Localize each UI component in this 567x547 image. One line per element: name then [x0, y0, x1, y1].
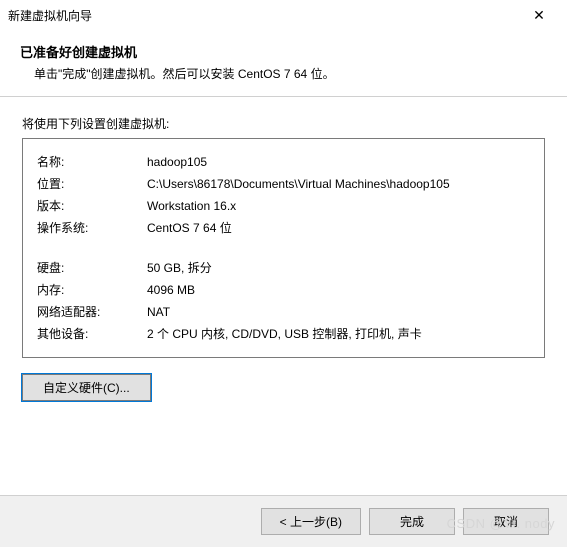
row-version: 版本: Workstation 16.x [37, 195, 530, 217]
row-disk: 硬盘: 50 GB, 拆分 [37, 257, 530, 279]
settings-summary: 名称: hadoop105 位置: C:\Users\86178\Documen… [22, 138, 545, 358]
value-disk: 50 GB, 拆分 [147, 257, 530, 279]
label-version: 版本: [37, 195, 147, 217]
customize-hardware-button[interactable]: 自定义硬件(C)... [22, 374, 151, 401]
label-disk: 硬盘: [37, 257, 147, 279]
label-os: 操作系统: [37, 217, 147, 239]
label-network: 网络适配器: [37, 301, 147, 323]
intro-text: 将使用下列设置创建虚拟机: [22, 115, 545, 132]
value-version: Workstation 16.x [147, 195, 530, 217]
titlebar: 新建虚拟机向导 ✕ [0, 0, 567, 30]
label-other: 其他设备: [37, 323, 147, 345]
wizard-header: 已准备好创建虚拟机 单击"完成"创建虚拟机。然后可以安装 CentOS 7 64… [0, 30, 567, 96]
content-area: 将使用下列设置创建虚拟机: 名称: hadoop105 位置: C:\Users… [0, 97, 567, 411]
value-location: C:\Users\86178\Documents\Virtual Machine… [147, 173, 530, 195]
window-title: 新建虚拟机向导 [8, 7, 519, 24]
label-memory: 内存: [37, 279, 147, 301]
value-other: 2 个 CPU 内核, CD/DVD, USB 控制器, 打印机, 声卡 [147, 323, 530, 345]
value-os: CentOS 7 64 位 [147, 217, 530, 239]
value-network: NAT [147, 301, 530, 323]
back-button[interactable]: < 上一步(B) [261, 508, 361, 535]
label-location: 位置: [37, 173, 147, 195]
close-icon[interactable]: ✕ [519, 1, 559, 29]
row-network: 网络适配器: NAT [37, 301, 530, 323]
row-location: 位置: C:\Users\86178\Documents\Virtual Mac… [37, 173, 530, 195]
row-other: 其他设备: 2 个 CPU 内核, CD/DVD, USB 控制器, 打印机, … [37, 323, 530, 345]
header-title: 已准备好创建虚拟机 [20, 42, 547, 61]
value-memory: 4096 MB [147, 279, 530, 301]
row-name: 名称: hadoop105 [37, 151, 530, 173]
finish-button[interactable]: 完成 [369, 508, 455, 535]
cancel-button[interactable]: 取消 [463, 508, 549, 535]
label-name: 名称: [37, 151, 147, 173]
row-os: 操作系统: CentOS 7 64 位 [37, 217, 530, 239]
value-name: hadoop105 [147, 151, 530, 173]
footer: < 上一步(B) 完成 取消 [0, 495, 567, 547]
row-memory: 内存: 4096 MB [37, 279, 530, 301]
header-subtitle: 单击"完成"创建虚拟机。然后可以安装 CentOS 7 64 位。 [20, 65, 547, 82]
